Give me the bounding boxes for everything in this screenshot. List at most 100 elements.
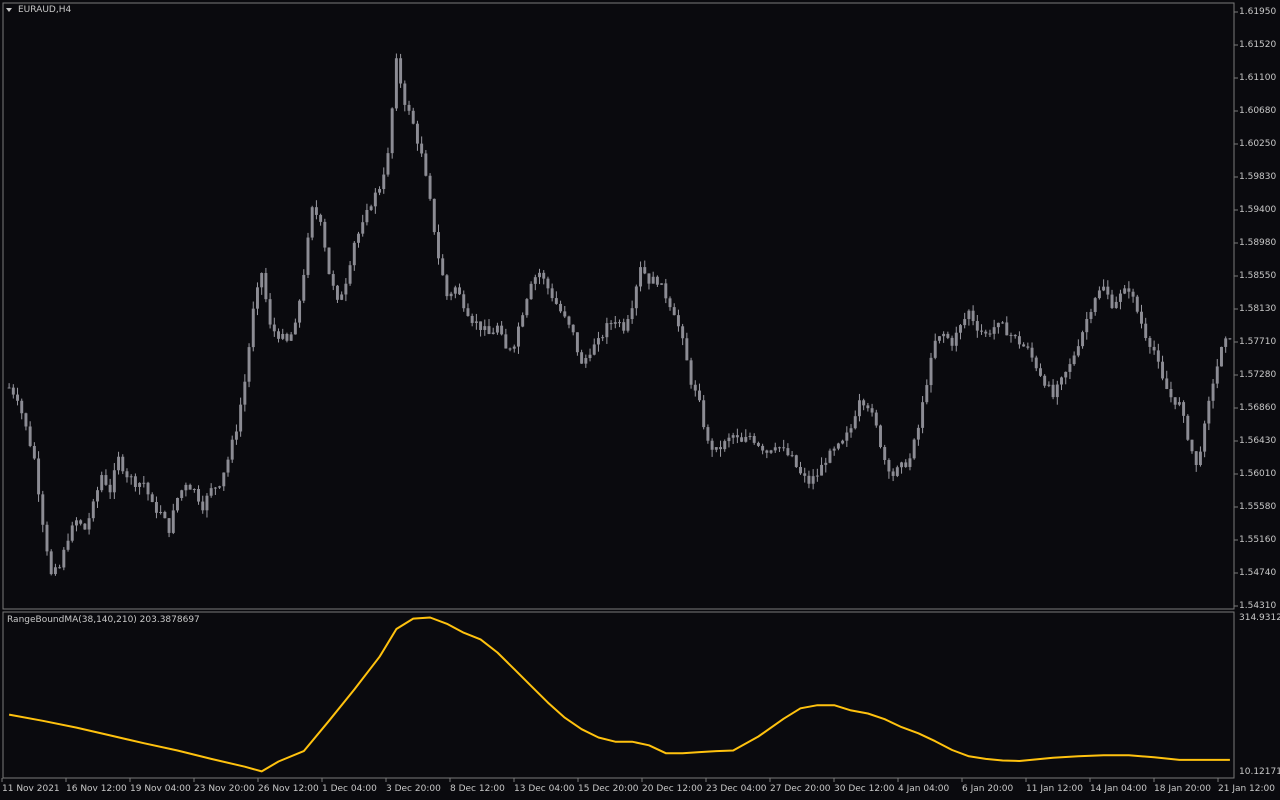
time-axis-label: 15 Dec 20:00 [578, 784, 639, 794]
candle-body [129, 476, 133, 478]
candle-body [487, 326, 491, 335]
time-axis-label: 18 Jan 20:00 [1154, 784, 1211, 794]
candle-body [1186, 415, 1190, 440]
candle-body [596, 338, 600, 345]
candle-body [222, 472, 226, 487]
chart-area [1, 2, 1238, 782]
candle-body [260, 273, 264, 288]
candle-body [70, 525, 74, 541]
candle-body [996, 322, 1000, 328]
candle-body [104, 475, 108, 485]
candle-body [1097, 290, 1101, 299]
candle-body [213, 487, 217, 489]
candle-body [1203, 423, 1207, 452]
time-axis-label: 23 Dec 04:00 [706, 784, 767, 794]
candle-body [946, 333, 950, 338]
time-axis-label: 6 Jan 20:00 [962, 784, 1014, 794]
candle-body [394, 58, 398, 109]
candle-body [420, 143, 424, 154]
candle-body [1030, 347, 1034, 358]
candle-body [142, 482, 146, 484]
candle-body [975, 321, 979, 331]
price-axis-label: 1.56010 [1239, 469, 1277, 479]
candle-body [584, 358, 588, 364]
candle-body [1017, 336, 1021, 345]
candle-body [1165, 378, 1169, 389]
candle-body [900, 462, 904, 468]
candle-body [20, 400, 24, 414]
candle-body [874, 412, 878, 426]
candle-body [786, 448, 790, 456]
candle-body [234, 431, 238, 440]
candle-body [634, 286, 638, 309]
candle-body [1034, 357, 1038, 369]
candle-body [580, 352, 584, 364]
candle-body [824, 462, 828, 465]
candle-body [373, 192, 377, 207]
candle-body [415, 123, 419, 144]
candle-body [639, 267, 643, 287]
candle-body [1005, 322, 1009, 336]
candle-body [1089, 312, 1093, 319]
candle-body [554, 298, 558, 304]
time-axis-label: 8 Dec 12:00 [450, 784, 505, 794]
candle-body [66, 540, 70, 550]
candle-body [942, 333, 946, 337]
candle-body [100, 475, 104, 491]
candle-body [782, 447, 786, 449]
candle-body [689, 360, 693, 385]
candle-body [1085, 318, 1089, 333]
candle-body [1131, 291, 1135, 297]
candle-body [702, 400, 706, 428]
candle-body [668, 298, 672, 308]
candle-body [441, 258, 445, 276]
indicator-line [8, 616, 1230, 773]
candle-body [676, 315, 680, 327]
time-axis-label: 26 Nov 12:00 [258, 784, 319, 794]
candle-body [1038, 368, 1042, 376]
candle-body [748, 436, 752, 438]
candle-body [121, 456, 125, 472]
symbol-dropdown-icon[interactable] [4, 5, 16, 15]
candle-body [756, 442, 760, 446]
candle-body [605, 323, 609, 338]
candle-body [1135, 296, 1139, 312]
price-axis-label: 1.58130 [1239, 304, 1277, 314]
candle-body [41, 494, 45, 525]
candle-body [91, 501, 95, 519]
candle-body [445, 275, 449, 297]
candle-body [159, 511, 163, 513]
candle-body [870, 408, 874, 413]
candle-body [449, 293, 453, 297]
candle-body [1148, 338, 1152, 347]
candle-body [769, 450, 773, 453]
candle-body [272, 324, 276, 332]
indicator-label: RangeBoundMA(38,140,210) 203.3878697 [7, 615, 200, 625]
time-axis-label: 3 Dec 20:00 [386, 784, 441, 794]
price-axis-label: 1.61950 [1239, 7, 1277, 17]
candle-body [777, 447, 781, 449]
candle-body [344, 283, 348, 295]
candle-body [226, 459, 230, 473]
candle-body [660, 283, 664, 285]
symbol-label[interactable]: EURAUD,H4 [18, 5, 71, 15]
candle-body [849, 428, 853, 433]
candle-body [879, 425, 882, 448]
candle-body [289, 334, 293, 341]
candle-body [154, 502, 158, 513]
candle-body [1144, 323, 1148, 339]
candle-body [479, 321, 483, 330]
candle-body [150, 494, 154, 503]
candle-body [992, 327, 996, 334]
candle-body [1051, 384, 1055, 398]
candle-body [866, 405, 870, 409]
candle-body [841, 440, 845, 444]
candle-body [521, 315, 525, 327]
candle-body [230, 439, 234, 460]
candle-body [862, 400, 866, 406]
candle-body [268, 299, 272, 325]
candle-body [895, 467, 899, 476]
time-axis-label: 23 Nov 20:00 [194, 784, 255, 794]
candle-body [1118, 293, 1122, 302]
candle-body [83, 523, 87, 530]
